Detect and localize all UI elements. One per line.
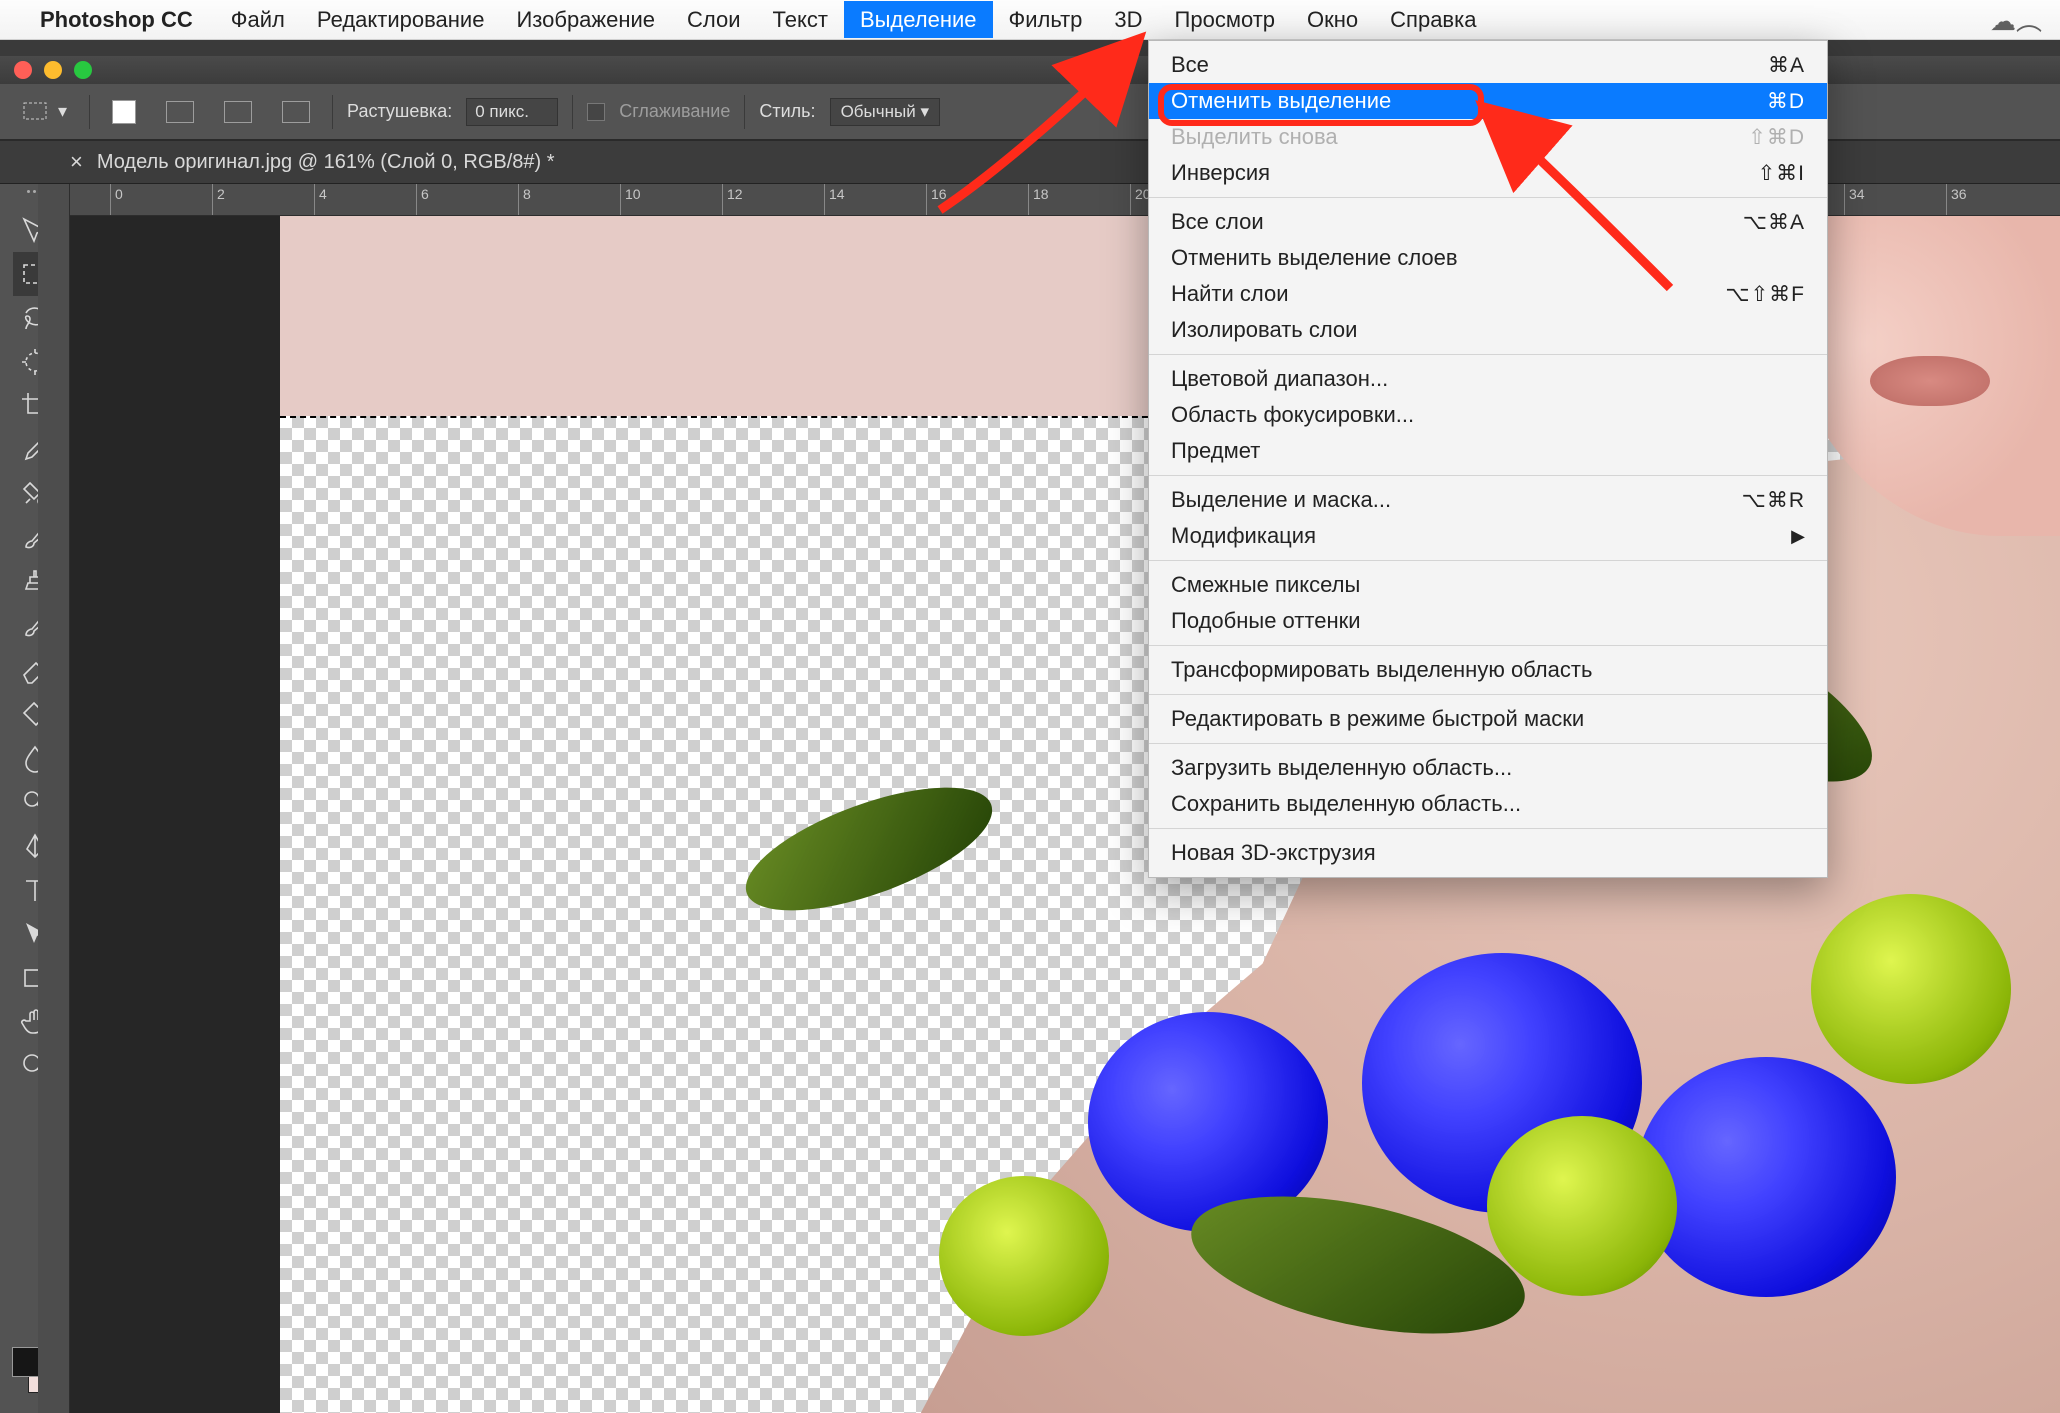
ruler-vertical[interactable] — [38, 184, 70, 1413]
window-minimize-button[interactable] — [44, 61, 62, 79]
menu-item[interactable]: Трансформировать выделенную область — [1149, 652, 1827, 688]
menu-слои[interactable]: Слои — [671, 1, 757, 38]
menu-справка[interactable]: Справка — [1374, 1, 1492, 38]
menu-item[interactable]: Редактировать в режиме быстрой маски — [1149, 701, 1827, 737]
fill-swatch[interactable] — [104, 96, 144, 128]
selection-mode-add[interactable] — [216, 97, 260, 127]
tool-preset-picker[interactable]: ▾ — [14, 97, 75, 127]
window-close-button[interactable] — [14, 61, 32, 79]
tab-close-icon[interactable]: × — [70, 149, 83, 175]
menu-окно[interactable]: Окно — [1291, 1, 1374, 38]
menu-item[interactable]: Предмет — [1149, 433, 1827, 469]
feather-input[interactable] — [466, 98, 558, 126]
menu-item[interactable]: Цветовой диапазон... — [1149, 361, 1827, 397]
annotation-arrow-1 — [920, 20, 1180, 225]
menu-item[interactable]: Изолировать слои — [1149, 312, 1827, 348]
style-label: Стиль: — [759, 101, 815, 122]
antialias-checkbox[interactable] — [587, 103, 605, 121]
menu-item[interactable]: Выделение и маска...⌥⌘R — [1149, 482, 1827, 518]
app-name: Photoshop CC — [40, 7, 193, 33]
menu-item[interactable]: Модификация▶ — [1149, 518, 1827, 554]
menu-текст[interactable]: Текст — [757, 1, 844, 38]
menu-item[interactable]: Смежные пикселы — [1149, 567, 1827, 603]
feather-label: Растушевка: — [347, 101, 452, 122]
menu-item[interactable]: Загрузить выделенную область... — [1149, 750, 1827, 786]
menu-item[interactable]: Все⌘A — [1149, 47, 1827, 83]
menu-item[interactable]: Новая 3D-экструзия — [1149, 835, 1827, 871]
selection-mode-subtract[interactable] — [274, 97, 318, 127]
menu-item[interactable]: Подобные оттенки — [1149, 603, 1827, 639]
callout-box — [1158, 84, 1484, 126]
menu-item[interactable]: Область фокусировки... — [1149, 397, 1827, 433]
menu-изображение[interactable]: Изображение — [500, 1, 671, 38]
document-tab[interactable]: Модель оригинал.jpg @ 161% (Слой 0, RGB/… — [97, 151, 555, 174]
menubar-extras-icon[interactable]: ☁︵ — [1990, 1, 2042, 38]
selection-mode-new[interactable] — [158, 97, 202, 127]
menu-файл[interactable]: Файл — [215, 1, 301, 38]
menu-редактирование[interactable]: Редактирование — [301, 1, 501, 38]
annotation-arrow-2 — [1470, 88, 1730, 303]
antialias-label: Сглаживание — [619, 101, 730, 122]
menu-item[interactable]: Сохранить выделенную область... — [1149, 786, 1827, 822]
window-zoom-button[interactable] — [74, 61, 92, 79]
